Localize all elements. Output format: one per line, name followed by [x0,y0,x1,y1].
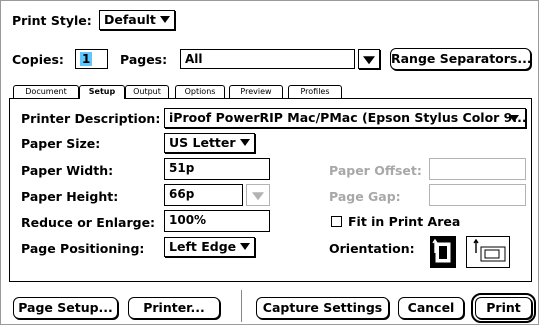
page-gap-field[interactable] [429,184,526,206]
button-divider [241,290,242,322]
paper-height-field[interactable]: 66p [164,184,243,206]
chevron-down-icon [252,192,264,201]
copies-label: Copies: [12,52,64,67]
tab-setup[interactable]: Setup [79,85,125,99]
chevron-down-icon [240,243,251,250]
printer-description-value: iProof PowerRIP Mac/PMac (Epson Stylus C… [169,110,527,125]
paper-height-value: 66p [169,187,195,201]
reduce-enlarge-value: 100% [169,213,207,227]
paper-height-dropdown-button[interactable] [246,184,270,206]
print-style-value: Default [104,12,156,27]
page-setup-button[interactable]: Page Setup... [13,297,118,319]
range-separators-button[interactable]: Range Separators... [390,48,532,70]
reduce-enlarge-field[interactable]: 100% [164,210,270,232]
paper-width-label: Paper Width: [21,163,114,178]
print-button[interactable]: Print [471,293,536,323]
print-style-label: Print Style: [12,13,92,28]
landscape-page-icon [473,238,506,262]
page-gap-label: Page Gap: [329,189,401,204]
cancel-button[interactable]: Cancel [398,297,464,319]
fit-in-print-area-checkbox[interactable] [331,216,342,227]
orientation-label: Orientation: [329,241,415,256]
pages-dropdown-button[interactable] [358,49,380,69]
reduce-enlarge-label: Reduce or Enlarge: [21,215,156,230]
portrait-page-icon [432,238,451,263]
paper-width-value: 51p [169,161,195,175]
copies-value: 1 [80,52,93,66]
pages-label: Pages: [120,52,168,67]
page-positioning-value: Left Edge [169,239,237,254]
printer-description-popup[interactable]: iProof PowerRIP Mac/PMac (Epson Stylus C… [164,108,527,128]
print-style-popup[interactable]: Default [99,10,175,30]
paper-offset-label: Paper Offset: [329,163,422,178]
tab-bar: Document Setup Output Options Preview Pr… [13,85,373,99]
pages-field[interactable]: All [180,49,355,69]
paper-offset-field[interactable] [429,158,526,180]
chevron-down-icon [363,56,375,65]
tab-document[interactable]: Document [13,85,79,98]
paper-size-popup[interactable]: US Letter [164,133,255,153]
chevron-down-icon [159,16,170,23]
capture-settings-button[interactable]: Capture Settings [256,297,389,319]
copies-field[interactable]: 1 [75,49,108,69]
paper-height-label: Paper Height: [21,189,119,204]
paper-size-label: Paper Size: [21,136,101,151]
tab-output[interactable]: Output [125,85,169,98]
tab-options[interactable]: Options [175,85,225,98]
pages-value: All [185,52,203,66]
printer-description-label: Printer Description: [21,111,161,126]
page-positioning-label: Page Positioning: [21,241,145,256]
printer-button[interactable]: Printer... [128,297,220,319]
tab-preview[interactable]: Preview [229,85,283,98]
tab-profiles[interactable]: Profiles [288,85,342,98]
page-positioning-popup[interactable]: Left Edge [164,237,256,257]
fit-in-print-area-label: Fit in Print Area [348,214,461,229]
chevron-down-icon [509,115,519,122]
orientation-portrait-button[interactable] [430,236,456,268]
paper-width-field[interactable]: 51p [164,158,270,180]
chevron-down-icon [239,139,250,146]
orientation-landscape-button[interactable] [466,236,510,268]
paper-size-value: US Letter [169,135,236,150]
